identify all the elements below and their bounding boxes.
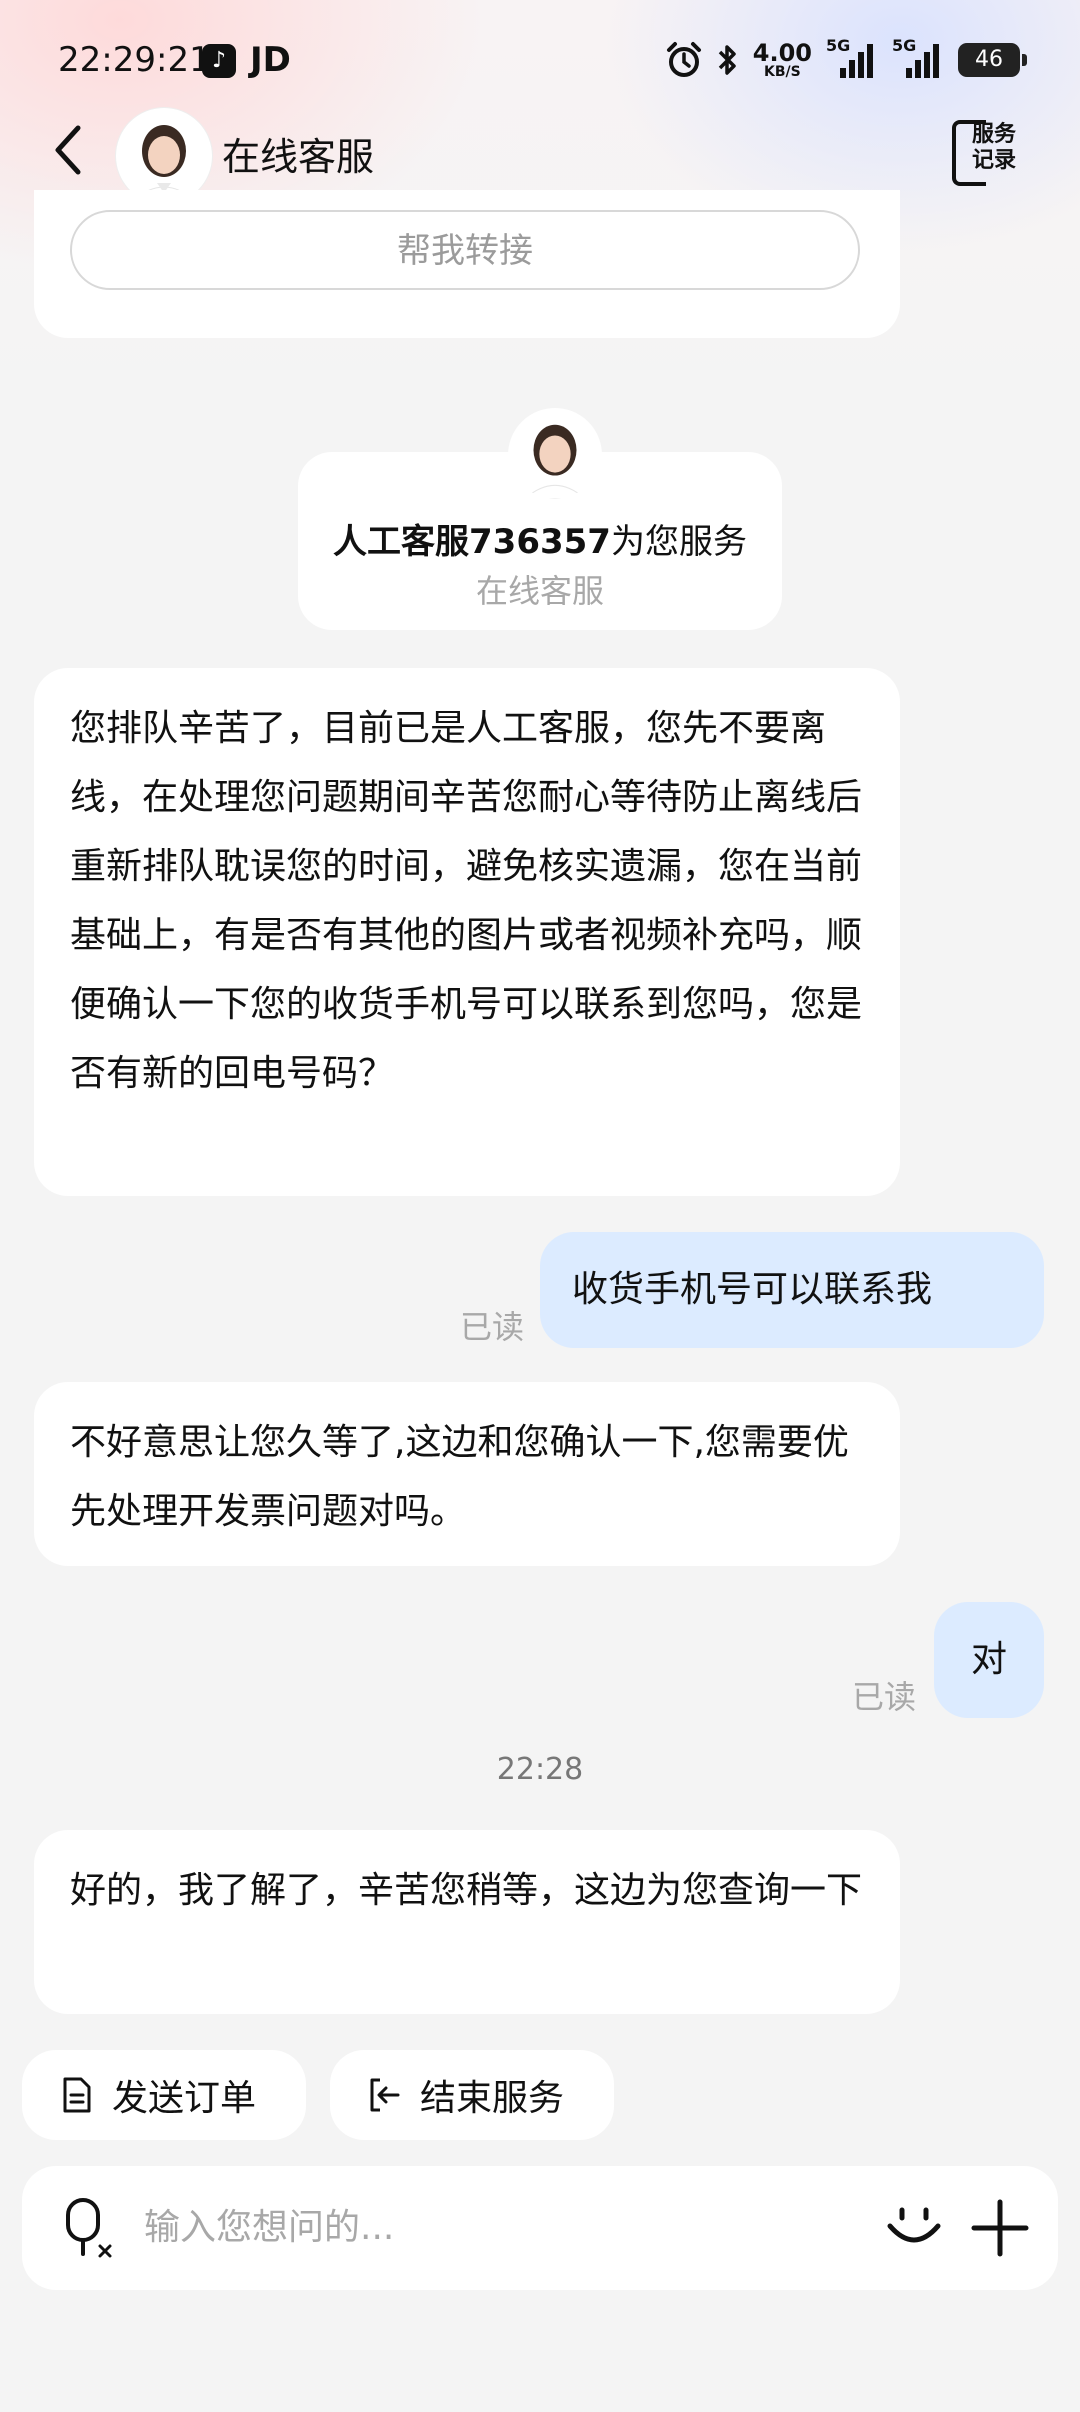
read-status: 已读	[460, 1308, 525, 1346]
signal-icon: 5G	[826, 36, 878, 78]
outgoing-message: 对	[934, 1602, 1044, 1718]
end-service-button[interactable]: 结束服务	[330, 2050, 614, 2140]
battery-level: 46	[975, 47, 1003, 72]
signal-icon-2: 5G	[892, 36, 944, 78]
signal-label-2: 5G	[892, 36, 917, 55]
plus-icon[interactable]	[968, 2196, 1032, 2260]
end-service-label: 结束服务	[420, 2078, 565, 2119]
network-speed: 4.00 KB/S	[753, 41, 812, 79]
incoming-message: 您排队辛苦了，目前已是人工客服，您先不要离线，在处理您问题期间辛苦您耐心等待防止…	[34, 668, 900, 1196]
tiktok-icon: ♪	[202, 44, 236, 78]
voice-input-icon[interactable]	[56, 2194, 120, 2264]
battery-icon: 46	[958, 43, 1027, 77]
document-icon	[63, 2077, 91, 2113]
network-speed-unit: KB/S	[764, 64, 801, 80]
message-input[interactable]: 输入您想问的...	[144, 2166, 394, 2290]
agent-id: 人工客服736357	[333, 522, 611, 562]
previous-message-card: 帮我转接	[34, 190, 900, 338]
chevron-left-icon	[55, 125, 81, 175]
outgoing-message: 收货手机号可以联系我	[540, 1232, 1044, 1348]
transfer-button[interactable]: 帮我转接	[70, 210, 860, 290]
network-speed-value: 4.00	[752, 39, 812, 67]
agent-service-suffix: 为您服务	[610, 522, 747, 562]
emoji-icon[interactable]	[882, 2196, 946, 2260]
records-label-line1: 服务	[972, 122, 1017, 147]
read-status: 已读	[852, 1678, 917, 1716]
signal-label-1: 5G	[826, 36, 851, 55]
message-timestamp: 22:28	[496, 1752, 584, 1787]
incoming-message: 好的，我了解了，辛苦您稍等，这边为您查询一下	[34, 1830, 900, 2014]
page-title: 在线客服	[222, 135, 375, 179]
agent-subtitle: 在线客服	[475, 572, 604, 610]
service-records-button[interactable]: 服务 记录	[952, 114, 1036, 192]
agent-service-line: 人工客服736357为您服务	[298, 514, 782, 563]
incoming-message: 不好意思让您久等了,这边和您确认一下,您需要优先处理开发票问题对吗。	[34, 1382, 900, 1566]
send-order-button[interactable]: 发送订单	[22, 2050, 306, 2140]
status-right-group: 4.00 KB/S 5G 5G 46	[665, 36, 1027, 82]
status-time: 22:29:21	[58, 40, 211, 80]
bluetooth-icon	[718, 45, 736, 75]
agent-avatar	[508, 408, 602, 502]
alarm-icon	[666, 42, 701, 77]
jd-app-label: JD	[250, 40, 291, 80]
send-order-label: 发送订单	[112, 2078, 257, 2119]
exit-icon	[370, 2078, 400, 2112]
records-label: 服务 记录	[972, 122, 1016, 174]
back-button[interactable]	[48, 120, 98, 190]
message-input-bar: 输入您想问的...	[22, 2166, 1058, 2290]
records-label-line2: 记录	[972, 148, 1017, 173]
